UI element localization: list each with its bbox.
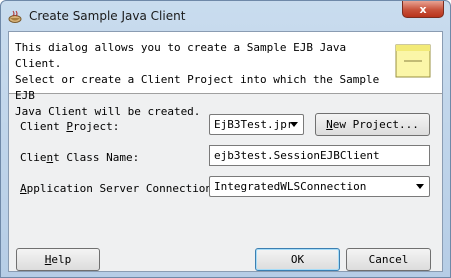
help-mnemonic: H — [44, 253, 52, 266]
dialog-window: Create Sample Java Client x This dialog … — [0, 0, 451, 278]
dialog-content: This dialog allows you to create a Sampl… — [8, 31, 443, 272]
client-project-value: EjB3Test.jpr — [214, 118, 294, 131]
client-project-label-rest: roject: — [72, 120, 120, 133]
client-project-select[interactable]: EjB3Test.jpr — [209, 114, 304, 135]
cancel-button[interactable]: Cancel — [346, 248, 431, 271]
client-class-label-rest: t Class Name: — [53, 151, 140, 164]
help-button[interactable]: Help — [16, 248, 100, 271]
client-class-name-label: Client Class Name: — [20, 151, 139, 164]
chevron-down-icon — [290, 122, 298, 127]
intro-text: This dialog allows you to create a Sampl… — [15, 41, 380, 118]
sticky-note-icon — [395, 44, 431, 78]
client-project-label: Client Project: — [20, 120, 119, 133]
client-project-mnemonic: P — [66, 120, 73, 133]
new-project-mnemonic: N — [326, 118, 333, 131]
client-class-name-input[interactable]: ejb3test.SessionEJBClient — [209, 145, 430, 166]
chevron-down-icon — [416, 184, 424, 189]
title-bar[interactable]: Create Sample Java Client x — [1, 1, 450, 31]
app-server-mnemonic: A — [20, 182, 27, 195]
dialog-header: This dialog allows you to create a Sampl… — [9, 32, 442, 118]
java-cup-icon — [7, 9, 23, 23]
new-project-label: ew Project... — [332, 118, 419, 131]
ok-button[interactable]: OK — [255, 248, 340, 271]
help-label: elp — [51, 253, 72, 266]
new-project-button[interactable]: New Project... — [315, 113, 430, 136]
window-title: Create Sample Java Client — [29, 9, 186, 23]
app-server-label-rest: pplication Server Connection: — [26, 182, 219, 195]
app-server-connection-value: IntegratedWLSConnection — [214, 180, 367, 193]
close-button[interactable]: x — [402, 1, 444, 18]
app-server-connection-select[interactable]: IntegratedWLSConnection — [209, 176, 430, 197]
client-project-label-text: Client — [20, 120, 67, 133]
close-icon: x — [419, 2, 427, 16]
client-class-label-text: Clie — [20, 151, 47, 164]
app-server-connection-label: Application Server Connection: — [20, 182, 219, 195]
